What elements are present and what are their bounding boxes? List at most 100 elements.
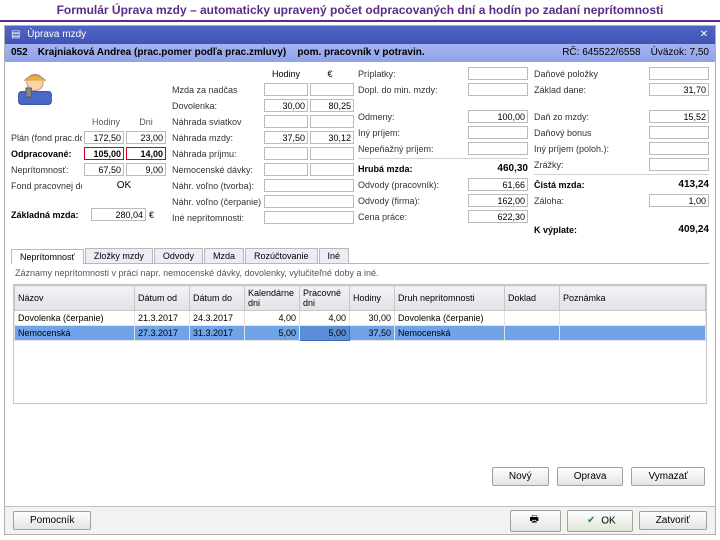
avatar-icon — [11, 66, 59, 110]
employee-rc: RČ: 645522/6558 — [562, 44, 640, 62]
base-wage-label: Základná mzda: — [11, 210, 91, 220]
printer-icon: 🖶 — [527, 514, 541, 528]
help-button[interactable]: Pomocník — [13, 511, 91, 530]
tab-components[interactable]: Zložky mzdy — [85, 248, 153, 263]
other-absence-label: Iné neprítomnosti: — [172, 213, 262, 223]
vacation-label: Dovolenka: — [172, 101, 262, 111]
tax-base[interactable] — [649, 83, 709, 96]
base-wage[interactable] — [91, 208, 146, 221]
th-workdays[interactable]: Pracovné dni — [300, 286, 350, 311]
net-value: 413,24 — [649, 179, 709, 190]
holiday-comp-h[interactable] — [264, 115, 308, 128]
th-name[interactable]: Názov — [15, 286, 135, 311]
payout-value: 409,24 — [649, 224, 709, 235]
close-button[interactable]: Zatvoriť — [639, 511, 707, 530]
other-income-label: Iný príjem: — [358, 128, 448, 138]
tax-bonus-label: Daňový bonus — [534, 128, 624, 138]
wage-tax-label: Daň zo mzdy: — [534, 112, 624, 122]
colb-head-h: Hodiny — [264, 69, 308, 79]
edit-button[interactable]: Oprava — [557, 467, 624, 486]
th-caldays[interactable]: Kalendárne dni — [245, 286, 300, 311]
other-income[interactable] — [468, 126, 528, 139]
wage-comp-h[interactable] — [264, 131, 308, 144]
tab-wage[interactable]: Mzda — [204, 248, 244, 263]
labor-cost[interactable] — [468, 210, 528, 223]
sick-h[interactable] — [264, 163, 308, 176]
advance[interactable] — [649, 194, 709, 207]
deductions[interactable] — [649, 158, 709, 171]
worked-hours[interactable] — [84, 147, 124, 160]
absence-table[interactable]: Názov Dátum od Dátum do Kalendárne dni P… — [13, 284, 707, 404]
ok-button[interactable]: ✔OK — [567, 510, 632, 532]
th-to[interactable]: Dátum do — [190, 286, 245, 311]
column-gross: Príplatky: Dopl. do min. mzdy: Odmeny: I… — [358, 66, 528, 246]
payout-label: K výplate: — [534, 225, 592, 235]
deduct-emp-label: Odvody (pracovník): — [358, 180, 448, 190]
tab-description: Záznamy neprítomnosti v práci napr. nemo… — [5, 264, 715, 282]
nonmoney[interactable] — [468, 142, 528, 155]
comp-leave-use-label: Náhr. voľno (čerpanie): — [172, 197, 262, 207]
tab-other[interactable]: Iné — [319, 248, 350, 263]
worked-days[interactable] — [126, 147, 166, 160]
comp-leave-use[interactable] — [264, 195, 354, 208]
vacation-e[interactable] — [310, 99, 354, 112]
deduct-emp[interactable] — [468, 178, 528, 191]
check-icon: ✔ — [584, 514, 598, 528]
th-type[interactable]: Druh neprítomnosti — [395, 286, 505, 311]
comp-leave-create-label: Náhr. voľno (tvorba): — [172, 181, 262, 191]
column-components: Hodiny € Mzda za nadčas Dovolenka: Náhra… — [172, 66, 352, 246]
new-button[interactable]: Nový — [492, 467, 549, 486]
th-hours[interactable]: Hodiny — [350, 286, 395, 311]
gross-label: Hrubá mzda: — [358, 164, 413, 174]
plan-days[interactable] — [126, 131, 166, 144]
tab-deductions[interactable]: Odvody — [154, 248, 203, 263]
wage-tax[interactable] — [649, 110, 709, 123]
col-head-hours: Hodiny — [86, 117, 126, 127]
colb-head-e: € — [308, 69, 352, 79]
th-note[interactable]: Poznámka — [560, 286, 706, 311]
print-button[interactable]: 🖶 — [510, 510, 561, 532]
holiday-comp-label: Náhrada sviatkov — [172, 117, 262, 127]
tax-bonus[interactable] — [649, 126, 709, 139]
sick-e[interactable] — [310, 163, 354, 176]
plan-label: Plán (fond prac.doby): — [11, 133, 82, 143]
overtime-e[interactable] — [310, 83, 354, 96]
income-comp-e[interactable] — [310, 147, 354, 160]
th-from[interactable]: Dátum od — [135, 286, 190, 311]
column-net: Daňové položky Základ dane: Daň zo mzdy:… — [534, 66, 709, 246]
worked-label: Odpracované: — [11, 149, 82, 159]
tab-absence[interactable]: Neprítomnosť — [11, 249, 84, 264]
vacation-h[interactable] — [264, 99, 308, 112]
close-icon[interactable]: ✕ — [697, 28, 711, 42]
table-row[interactable]: Nemocenská 27.3.2017 31.3.2017 5,00 5,00… — [15, 326, 706, 341]
comp-leave-create[interactable] — [264, 179, 354, 192]
footer: Pomocník 🖶 ✔OK Zatvoriť — [5, 506, 715, 534]
tax-items[interactable] — [649, 67, 709, 80]
sick-label: Nemocenské dávky: — [172, 165, 262, 175]
window-title: Úprava mzdy — [27, 29, 86, 40]
deduct-firm[interactable] — [468, 194, 528, 207]
overtime-h[interactable] — [264, 83, 308, 96]
supplements[interactable] — [468, 67, 528, 80]
tab-accounting[interactable]: Rozúčtovanie — [245, 248, 318, 263]
holiday-comp-e[interactable] — [310, 115, 354, 128]
gross-value: 460,30 — [468, 163, 528, 174]
absence-hours[interactable] — [84, 163, 124, 176]
bonuses-label: Odmeny: — [358, 112, 448, 122]
wage-comp-e[interactable] — [310, 131, 354, 144]
table-row[interactable]: Dovolenka (čerpanie) 21.3.2017 24.3.2017… — [15, 311, 706, 326]
other-absence[interactable] — [264, 211, 354, 224]
th-doc[interactable]: Doklad — [505, 286, 560, 311]
overtime-label: Mzda za nadčas — [172, 85, 262, 95]
delete-button[interactable]: Vymazať — [631, 467, 705, 486]
other-income-p[interactable] — [649, 142, 709, 155]
net-label: Čistá mzda: — [534, 180, 592, 190]
min-wage-add[interactable] — [468, 83, 528, 96]
deduct-firm-label: Odvody (firma): — [358, 196, 448, 206]
bonuses[interactable] — [468, 110, 528, 123]
eur-symbol: € — [149, 210, 154, 220]
absence-days[interactable] — [126, 163, 166, 176]
income-comp-h[interactable] — [264, 147, 308, 160]
plan-hours[interactable] — [84, 131, 124, 144]
col-head-days: Dni — [126, 117, 166, 127]
